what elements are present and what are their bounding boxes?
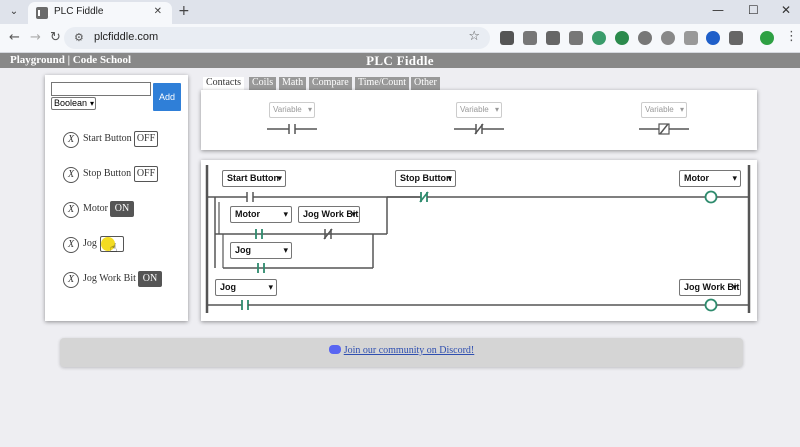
back-button[interactable]: ← [9,30,20,45]
browser-tab-strip: ⌄ PLC Fiddle ✕ + — ☐ ✕ [0,0,800,24]
app-header: Playground | Code School PLC Fiddle [0,53,800,68]
tab-contacts[interactable]: Contacts [203,77,244,90]
variable-toggle[interactable]: OFF [134,131,158,147]
discord-link[interactable]: Join our community on Discord! [328,345,475,356]
add-variable-button[interactable]: Add [153,83,181,111]
extension-icon[interactable] [500,31,514,45]
palette-variable-select[interactable]: Variable [456,102,502,118]
branch-jog-select[interactable]: Jog [230,242,292,259]
reload-button[interactable]: ↻ [50,30,61,45]
variable-toggle[interactable]: ON [110,201,134,217]
delete-variable-button[interactable]: X [63,272,79,288]
rung1-coil-select[interactable]: Motor [679,170,741,187]
extension-icon[interactable] [592,31,606,45]
variable-name: Jog Work Bit [83,273,136,284]
favicon-icon [36,7,50,19]
tab-time-count[interactable]: Time/Count [355,77,409,90]
delete-variable-button[interactable]: X [63,202,79,218]
extension-icon[interactable] [569,31,583,45]
rung1-start-select[interactable]: Start Button [222,170,286,187]
extension-icon[interactable] [661,31,675,45]
contacts-palette: Variable Variable Variable [201,90,757,150]
extension-icon[interactable] [706,31,720,45]
variable-name: Jog [83,238,97,249]
delete-variable-button[interactable]: X [63,167,79,183]
profile-avatar[interactable] [760,31,774,45]
variable-name: Motor [83,203,108,214]
tab-search-icon[interactable]: ⌄ [6,4,22,20]
branch-jogbit-select[interactable]: Jog Work Bit [298,206,360,223]
extension-icon[interactable] [546,31,560,45]
extension-icon[interactable] [615,31,629,45]
delete-variable-button[interactable]: X [63,132,79,148]
bookmark-star-icon[interactable]: ☆ [468,29,480,44]
variable-toggle[interactable]: OFF [134,166,158,182]
forward-button[interactable]: → [30,30,41,45]
extension-icon[interactable] [638,31,652,45]
extension-icon[interactable] [523,31,537,45]
variable-toggle[interactable]: ☝ [100,236,124,255]
new-tab-button[interactable]: + [178,3,190,19]
extensions-puzzle-icon[interactable] [729,31,743,45]
browser-tab[interactable]: PLC Fiddle ✕ [28,2,172,24]
tab-close-icon[interactable]: ✕ [154,6,162,17]
variables-panel: Boolean Add X Start Button OFF X Stop Bu… [45,75,188,321]
ladder-workspace: Start Button Stop Button Motor Motor Jog… [201,160,757,321]
tab-title: PLC Fiddle [54,6,104,17]
rung2-coil-select[interactable]: Jog Work Bit [679,279,741,296]
discord-link-text: Join our community on Discord! [343,345,475,356]
tab-coils[interactable]: Coils [249,77,277,90]
discord-icon [328,345,341,354]
window-close-button[interactable]: ✕ [781,3,791,17]
maximize-button[interactable]: ☐ [748,3,759,17]
no-contact-symbol [267,124,317,134]
app-title: PLC Fiddle [366,53,434,68]
delete-variable-button[interactable]: X [63,237,79,253]
variable-toggle[interactable]: ON [138,271,162,287]
rung1-stop-select[interactable]: Stop Button [395,170,456,187]
tab-math[interactable]: Math [279,77,307,90]
nc-contact-symbol [454,123,504,135]
branch-motor-select[interactable]: Motor [230,206,292,223]
extension-icon[interactable] [684,31,698,45]
variable-name: Stop Button [83,168,132,179]
negated-contact-symbol [639,123,689,135]
tab-other[interactable]: Other [411,77,440,90]
palette-variable-select[interactable]: Variable [641,102,687,118]
tab-compare[interactable]: Compare [309,77,352,90]
url-text[interactable]: plcfiddle.com [94,31,158,43]
palette-variable-select[interactable]: Variable [269,102,315,118]
variable-name: Start Button [83,133,132,144]
menu-kebab-icon[interactable]: ⋮ [785,29,798,44]
rung2-contact-select[interactable]: Jog [215,279,277,296]
minimize-button[interactable]: — [712,3,724,17]
address-bar-row: ← → ↻ ⚙ plcfiddle.com ☆ ⋮ [0,24,800,53]
site-info-icon[interactable]: ⚙ [74,31,84,44]
omnibox[interactable]: ⚙ plcfiddle.com ☆ [64,27,490,49]
hand-cursor-icon: ☝ [110,241,118,255]
discord-banner: Join our community on Discord! [60,338,743,367]
variable-name-input[interactable] [51,82,151,96]
variable-type-select[interactable]: Boolean [51,97,96,110]
